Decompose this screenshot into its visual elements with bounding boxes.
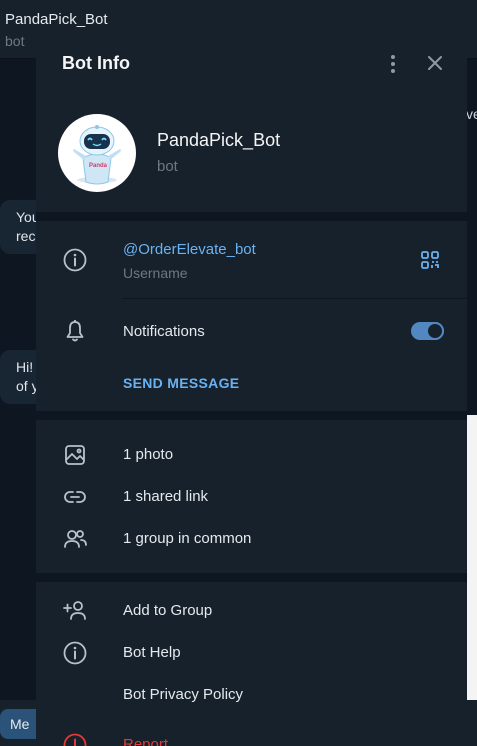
add-to-group-button[interactable]: Add to Group: [123, 602, 212, 619]
section-separator: [36, 212, 467, 221]
close-icon[interactable]: [425, 53, 445, 73]
chat-title: PandaPick_Bot: [5, 11, 108, 28]
bot-name: PandaPick_Bot: [157, 130, 281, 150]
dialog-title: Bot Info: [62, 53, 130, 73]
report-icon: [62, 732, 88, 746]
shared-links-link[interactable]: 1 shared link: [123, 488, 208, 505]
more-vertical-icon[interactable]: [385, 52, 401, 76]
add-user-icon: [62, 598, 88, 624]
bot-avatar[interactable]: Panda: [58, 114, 136, 192]
notifications-toggle[interactable]: [411, 322, 444, 340]
report-button[interactable]: Report: [123, 736, 168, 746]
row-divider: [122, 298, 467, 299]
send-message-button[interactable]: SEND MESSAGE: [123, 375, 239, 391]
bot-help-button[interactable]: Bot Help: [123, 644, 181, 661]
photo-icon: [62, 442, 88, 468]
section-separator: [36, 411, 467, 420]
bot-username-link[interactable]: @OrderElevate_bot: [123, 241, 256, 258]
bot-privacy-policy-button[interactable]: Bot Privacy Policy: [123, 686, 243, 703]
bot-info-dialog: Bot Info Panda PandaPick_Bot bot @OrderE…: [36, 32, 467, 746]
info-icon: [62, 247, 88, 273]
qr-code-icon[interactable]: [420, 250, 440, 270]
chat-subtitle: bot: [5, 33, 25, 49]
username-label: Username: [123, 265, 188, 281]
chat-text-fragment: ve: [466, 106, 477, 122]
section-separator: [36, 573, 467, 582]
groups-in-common-link[interactable]: 1 group in common: [123, 530, 251, 547]
photos-link[interactable]: 1 photo: [123, 446, 173, 463]
bot-subtitle: bot: [157, 158, 178, 175]
notifications-label: Notifications: [123, 323, 205, 340]
document-preview: [466, 415, 477, 700]
group-icon: [62, 526, 88, 552]
avatar-logo: Panda: [89, 163, 108, 169]
link-icon: [62, 484, 88, 510]
help-info-icon: [62, 640, 88, 666]
bell-icon: [62, 318, 88, 344]
